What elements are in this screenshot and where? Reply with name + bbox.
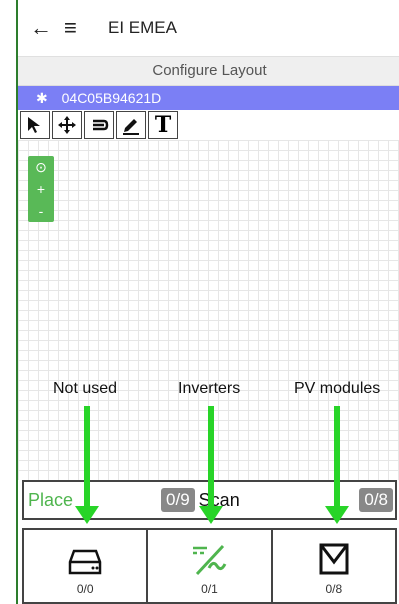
pv-modules-arrow-lower <box>334 480 340 508</box>
app-title: EI EMEA <box>108 18 177 37</box>
device-bar[interactable]: ✱ 04C05B94621D <box>18 86 399 110</box>
back-arrow-icon[interactable]: ← <box>30 15 60 41</box>
inverter-icon <box>193 544 227 576</box>
undo-tool-button[interactable] <box>84 111 114 139</box>
select-arrow-icon <box>28 117 40 133</box>
not-used-count: 0/0 <box>76 582 94 596</box>
pv-modules-cell[interactable]: 0/8 <box>273 530 395 602</box>
pencil-tool-button[interactable] <box>116 111 146 139</box>
pv-modules-arrowhead <box>325 506 349 524</box>
not-used-annotation: Not used <box>53 380 118 397</box>
toolbar: T <box>18 110 399 141</box>
not-used-cell[interactable]: 0/0 <box>24 530 149 602</box>
app-header: ← ≡ EI EMEA <box>18 0 399 57</box>
locate-icon[interactable]: ⊙ <box>35 156 47 178</box>
bluetooth-icon: ✱ <box>36 90 48 106</box>
text-tool-label: T <box>154 112 172 138</box>
inverters-cell[interactable]: 0/1 <box>148 530 273 602</box>
inverters-count: 0/1 <box>201 582 218 596</box>
not-used-arrow-lower <box>84 480 90 508</box>
zoom-in-button[interactable]: + <box>37 178 45 200</box>
text-tool-button[interactable]: T <box>148 111 178 139</box>
configure-layout-title: Configure Layout <box>18 57 399 86</box>
device-id: 04C05B94621D <box>61 90 162 106</box>
place-count-badge: 0/9 <box>161 488 195 512</box>
not-used-arrowhead <box>75 506 99 524</box>
inverters-arrowhead <box>199 506 223 524</box>
move-icon <box>58 116 76 134</box>
inverters-arrow-lower <box>208 480 214 508</box>
layout-canvas[interactable]: ⊙ + - Not used Inverters PV modules <box>18 140 399 506</box>
scan-count-badge: 0/8 <box>359 488 393 512</box>
inverters-annotation: Inverters <box>178 380 241 397</box>
select-tool-button[interactable] <box>20 111 50 139</box>
app-frame: ← ≡ EI EMEA Configure Layout ✱ 04C05B946… <box>16 0 399 604</box>
zoom-out-button[interactable]: - <box>39 200 44 222</box>
place-tab[interactable]: Place <box>28 490 73 511</box>
zoom-controls: ⊙ + - <box>28 156 54 222</box>
move-tool-button[interactable] <box>52 111 82 139</box>
pv-modules-count: 0/8 <box>325 582 343 596</box>
pv-modules-annotation: PV modules <box>294 380 381 397</box>
pencil-icon <box>123 119 139 135</box>
pv-module-icon <box>319 543 349 575</box>
hamburger-menu-icon[interactable]: ≡ <box>64 15 94 41</box>
undo-icon <box>93 119 109 131</box>
device-box-icon <box>68 549 102 575</box>
component-bar: 0/0 0/1 0/8 <box>22 528 397 604</box>
